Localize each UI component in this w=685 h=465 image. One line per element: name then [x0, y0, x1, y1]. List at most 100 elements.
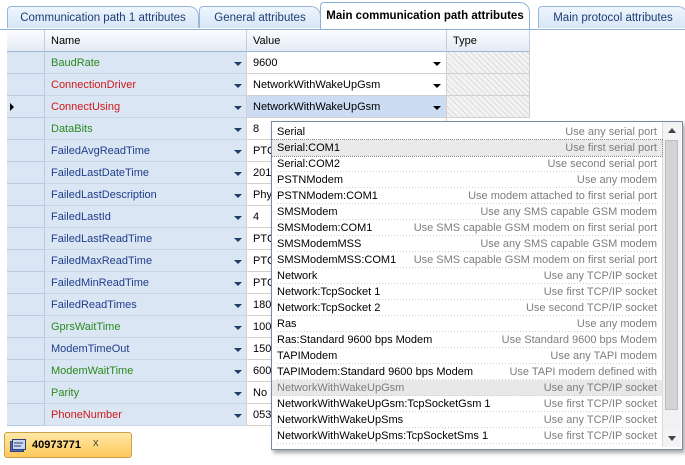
chevron-down-icon[interactable]	[234, 282, 242, 286]
chevron-down-icon[interactable]	[234, 194, 242, 198]
chevron-down-icon[interactable]	[234, 84, 242, 88]
attribute-value-cell[interactable]: NetworkWithWakeUpGsm	[247, 74, 447, 96]
grid-row[interactable]: BaudRate 9600	[7, 52, 530, 74]
chevron-down-icon[interactable]	[234, 238, 242, 242]
attribute-name-cell[interactable]: FailedLastReadTime	[45, 228, 247, 250]
attribute-name-cell[interactable]: FailedMinReadTime	[45, 272, 247, 294]
row-indicator[interactable]	[7, 382, 45, 404]
dropdown-option[interactable]: Serial:COM2 Use second serial port	[272, 156, 662, 172]
row-indicator[interactable]	[7, 250, 45, 272]
chevron-down-icon[interactable]	[433, 106, 441, 110]
dropdown-option[interactable]: PSTNModem Use any modem	[272, 172, 662, 188]
header-value[interactable]: Value	[247, 30, 447, 52]
chevron-down-icon[interactable]	[433, 84, 441, 88]
row-indicator[interactable]	[7, 74, 45, 96]
attribute-value-cell[interactable]: NetworkWithWakeUpGsm	[247, 96, 447, 118]
row-indicator[interactable]	[7, 140, 45, 162]
attribute-name-cell[interactable]: DataBits	[45, 118, 247, 140]
row-indicator[interactable]	[7, 404, 45, 426]
option-name: Network:TcpSocket 1	[277, 286, 381, 298]
scroll-thumb[interactable]	[665, 140, 678, 410]
dropdown-option[interactable]: TAPIModem:Standard 9600 bps Modem Use TAP…	[272, 364, 662, 380]
header-type[interactable]: Type	[447, 30, 530, 52]
attribute-name-cell[interactable]: ModemWaitTime	[45, 360, 247, 382]
attribute-name-cell[interactable]: BaudRate	[45, 52, 247, 74]
row-indicator[interactable]	[7, 338, 45, 360]
chevron-down-icon[interactable]	[234, 128, 242, 132]
chevron-down-icon[interactable]	[234, 304, 242, 308]
chevron-down-icon[interactable]	[234, 370, 242, 374]
dropdown-option[interactable]: NetworkWithWakeUpSms Use any TCP/IP socke…	[272, 412, 662, 428]
chevron-down-icon[interactable]	[234, 150, 242, 154]
dropdown-option[interactable]: NetworkWithWakeUpGsm Use any TCP/IP socke…	[272, 380, 662, 396]
dropdown-option[interactable]: Serial:COM1 Use first serial port	[272, 139, 663, 157]
close-icon[interactable]: x	[93, 437, 99, 449]
row-indicator[interactable]	[7, 272, 45, 294]
attribute-name-cell[interactable]: PhoneNumber	[45, 404, 247, 426]
chevron-down-icon[interactable]	[234, 414, 242, 418]
header-type-label: Type	[453, 35, 477, 47]
row-indicator[interactable]	[7, 360, 45, 382]
attribute-name-cell[interactable]: FailedLastDescription	[45, 184, 247, 206]
header-name[interactable]: Name	[45, 30, 247, 52]
row-indicator[interactable]	[7, 316, 45, 338]
attribute-name-cell[interactable]: Parity	[45, 382, 247, 404]
chevron-down-icon[interactable]	[234, 62, 242, 66]
dropdown-option[interactable]: SMSModem:COM1 Use SMS capable GSM modem o…	[272, 220, 662, 236]
tab-main-protocol[interactable]: Main protocol attributes	[538, 6, 685, 28]
dropdown-option[interactable]: Network:TcpSocket 2 Use second TCP/IP soc…	[272, 300, 662, 316]
option-description: Use first TCP/IP socket	[543, 398, 657, 410]
dropdown-option[interactable]: Network:TcpSocket 1 Use first TCP/IP sock…	[272, 284, 662, 300]
connect-using-dropdown-list[interactable]: Serial Use any serial port Serial:COM1 Use …	[271, 121, 683, 450]
dropdown-option[interactable]: Serial Use any serial port	[272, 124, 662, 140]
attribute-type-cell	[447, 52, 530, 74]
dropdown-option[interactable]: Ras Use any modem	[272, 316, 662, 332]
chevron-down-icon[interactable]	[234, 106, 242, 110]
grid-row[interactable]: ConnectUsing NetworkWithWakeUpGsm	[7, 96, 530, 118]
row-indicator[interactable]	[7, 162, 45, 184]
tab-general-attributes[interactable]: General attributes	[199, 6, 321, 28]
tab-main-communication-path[interactable]: Main communication path attributes	[320, 2, 530, 29]
attribute-name-cell[interactable]: FailedAvgReadTime	[45, 140, 247, 162]
tab-communication-path-1[interactable]: Communication path 1 attributes	[7, 6, 199, 28]
attribute-name-cell[interactable]: FailedLastDateTime	[45, 162, 247, 184]
dropdown-option[interactable]: SMSModem Use any SMS capable GSM modem	[272, 204, 662, 220]
dropdown-option[interactable]: SMSModemMSS Use any SMS capable GSM modem	[272, 236, 662, 252]
chevron-down-icon[interactable]	[234, 260, 242, 264]
dropdown-option[interactable]: Network Use any TCP/IP socket	[272, 268, 662, 284]
row-indicator[interactable]	[7, 52, 45, 74]
dropdown-option[interactable]: Ras:Standard 9600 bps Modem Use Standard …	[272, 332, 662, 348]
row-indicator[interactable]	[7, 96, 45, 118]
scroll-up-button[interactable]	[664, 123, 680, 139]
attribute-name-cell[interactable]: GprsWaitTime	[45, 316, 247, 338]
dropdown-option[interactable]: NetworkWithWakeUpSms:TcpSocketSms 1 Use f…	[272, 428, 662, 444]
scroll-down-button[interactable]	[664, 430, 680, 446]
header-value-label: Value	[253, 35, 281, 47]
row-indicator[interactable]	[7, 184, 45, 206]
chevron-down-icon[interactable]	[234, 348, 242, 352]
grid-row[interactable]: ConnectionDriver NetworkWithWakeUpGsm	[7, 74, 530, 96]
row-indicator[interactable]	[7, 228, 45, 250]
chevron-down-icon[interactable]	[234, 172, 242, 176]
attribute-name-cell[interactable]: ConnectionDriver	[45, 74, 247, 96]
attribute-name-cell[interactable]: ModemTimeOut	[45, 338, 247, 360]
dropdown-scrollbar[interactable]	[662, 122, 681, 447]
dropdown-option[interactable]: NetworkWithWakeUpGsm:TcpSocketGsm 1 Use f…	[272, 396, 662, 412]
dropdown-option[interactable]: TAPIModem Use any TAPI modem	[272, 348, 662, 364]
chevron-down-icon[interactable]	[234, 216, 242, 220]
attribute-name: PhoneNumber	[51, 409, 122, 421]
attribute-name-cell[interactable]: ConnectUsing	[45, 96, 247, 118]
chevron-down-icon[interactable]	[234, 326, 242, 330]
row-indicator[interactable]	[7, 118, 45, 140]
attribute-name-cell[interactable]: FailedLastId	[45, 206, 247, 228]
dropdown-option[interactable]: SMSModemMSS:COM1 Use SMS capable GSM mode…	[272, 252, 662, 268]
row-indicator[interactable]	[7, 294, 45, 316]
attribute-value-cell[interactable]: 9600	[247, 52, 447, 74]
document-tab[interactable]: 40973771 x	[4, 432, 132, 458]
attribute-name-cell[interactable]: FailedMaxReadTime	[45, 250, 247, 272]
chevron-down-icon[interactable]	[234, 392, 242, 396]
dropdown-option[interactable]: PSTNModem:COM1 Use modem attached to firs…	[272, 188, 662, 204]
chevron-down-icon[interactable]	[433, 62, 441, 66]
attribute-name-cell[interactable]: FailedReadTimes	[45, 294, 247, 316]
row-indicator[interactable]	[7, 206, 45, 228]
